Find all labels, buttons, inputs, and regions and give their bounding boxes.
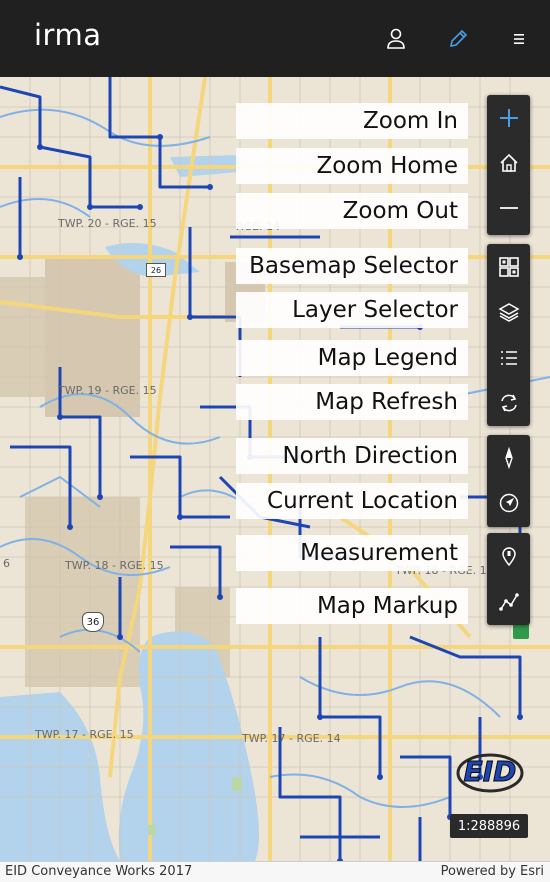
user-button[interactable] <box>379 22 413 56</box>
basemap-grid-icon <box>498 256 519 277</box>
polyline-icon <box>498 592 519 611</box>
highway-shield: 26 <box>146 263 166 277</box>
list-icon <box>500 350 517 365</box>
edit-button[interactable] <box>441 22 475 56</box>
svg-text:EID: EID <box>464 755 517 788</box>
attribution-text: EID Conveyance Works 2017 <box>5 864 193 879</box>
map-markup-button[interactable] <box>487 579 530 624</box>
green-marker-icon <box>513 623 529 639</box>
zoom-home-button[interactable] <box>487 140 530 185</box>
township-label: TWP. 18 - RGE. 14 <box>395 564 494 577</box>
map-view[interactable]: TWP. 20 - RGE. 15 TWP. 19 - RGE. 15 TWP.… <box>0 77 550 861</box>
app-header: irma <box>0 0 550 77</box>
map-footer: EID Conveyance Works 2017 Powered by Esr… <box>0 861 550 882</box>
eid-logo: EID <box>456 753 524 793</box>
refresh-icon <box>500 394 517 411</box>
township-label: TWP. 17 - RGE. 15 <box>35 728 134 741</box>
layers-icon <box>497 302 520 322</box>
zoom-out-button[interactable] <box>487 185 530 230</box>
current-location-button[interactable] <box>487 480 530 525</box>
minus-icon <box>499 206 518 209</box>
navigation-toolbar <box>487 435 530 527</box>
township-label: TWP. 20 - RGE. 15 <box>58 217 157 230</box>
locate-icon <box>499 493 518 512</box>
township-label: TWP. 17 - RGE. 14 <box>242 732 341 745</box>
north-direction-button[interactable] <box>487 435 530 480</box>
zoom-toolbar <box>487 95 530 235</box>
map-refresh-button[interactable] <box>487 380 530 425</box>
measure-pin-icon <box>501 546 516 566</box>
township-label: TWP. 19 - RGE. 15 <box>58 384 157 397</box>
pencil-icon <box>449 29 468 48</box>
edge-label: 6 <box>3 557 10 570</box>
township-label: RGE. 14 <box>236 220 281 233</box>
powered-by-link[interactable]: Powered by Esri <box>441 864 544 879</box>
highway-shield: 36 <box>82 612 104 632</box>
layer-selector-button[interactable] <box>487 289 530 334</box>
map-scale: 1:288896 <box>450 814 528 838</box>
township-label: TWP. 18 - RGE. 15 <box>65 559 164 572</box>
map-tools-toolbar <box>487 244 530 426</box>
app-title: irma <box>34 18 102 52</box>
zoom-in-button[interactable] <box>487 95 530 140</box>
home-icon <box>499 153 518 172</box>
measurement-button[interactable] <box>487 533 530 578</box>
measurement-toolbar <box>487 533 530 625</box>
menu-button[interactable] <box>502 22 536 56</box>
user-icon <box>387 28 405 49</box>
basemap-selector-button[interactable] <box>487 244 530 289</box>
map-legend-button[interactable] <box>487 335 530 380</box>
compass-icon <box>504 446 513 469</box>
menu-icon <box>514 34 524 44</box>
plus-icon <box>499 108 518 127</box>
